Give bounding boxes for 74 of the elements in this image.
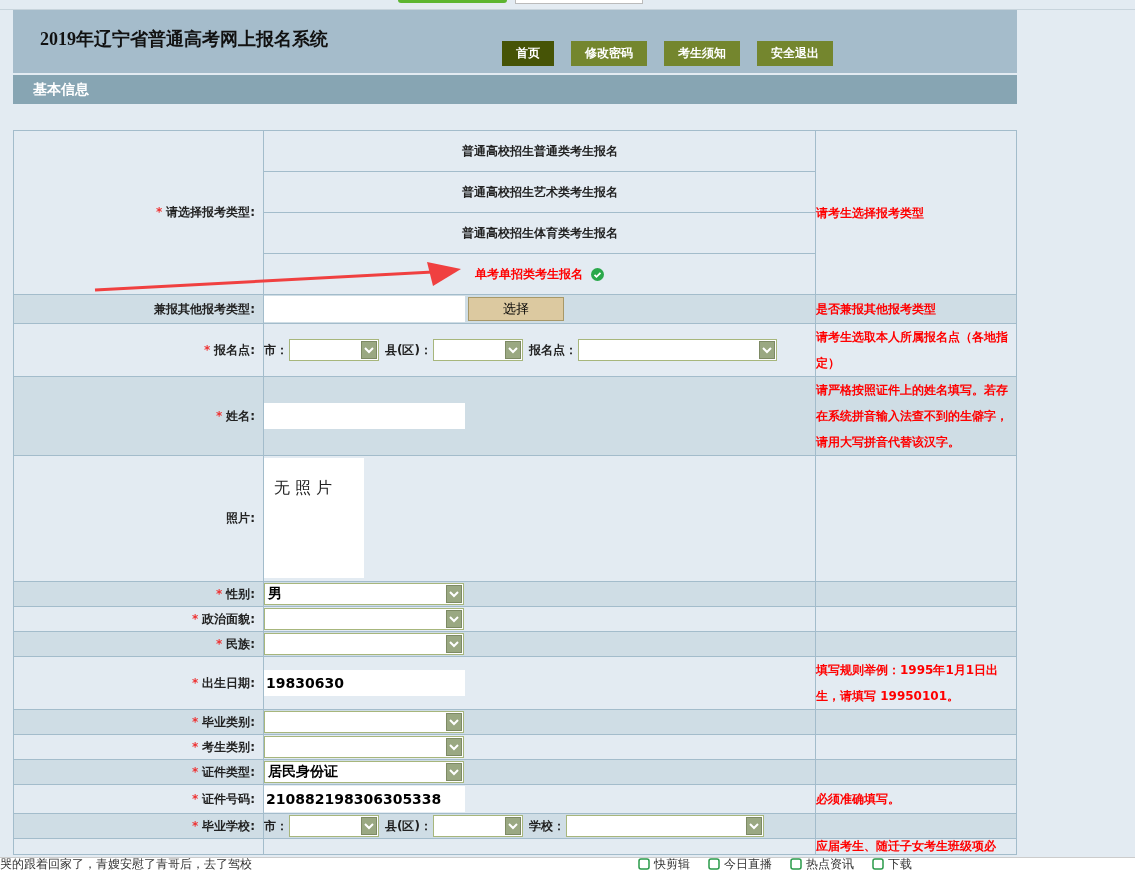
required-mark: * [215,636,223,651]
field-label: 证件号码: [202,791,255,806]
text-field[interactable]: 19830630 [264,670,465,696]
field-label: 照片: [226,511,255,525]
required-mark: * [191,611,199,626]
dropdown-field[interactable]: 居民身份证 [264,761,464,783]
photo-caption: 无 照 片 [274,478,333,497]
square-icon [638,858,650,870]
field-label: 证件类型: [202,764,255,779]
required-mark: * [155,205,163,219]
field-label: 政治面貌: [202,611,255,626]
status-bar-item[interactable]: 今日直播 [708,858,772,870]
square-icon [790,858,802,870]
required-mark: * [191,764,199,779]
required-mark: * [191,818,199,833]
field-label: 报名点: [214,342,255,357]
dropdown-field[interactable]: 男 [264,583,464,605]
field-label: 考生类别: [202,739,255,754]
exam-type-option[interactable]: 普通高校招生艺术类考生报名 [264,172,815,213]
status-bar-item[interactable]: 下载 [872,858,912,870]
status-bar-item[interactable]: 热点资讯 [790,858,854,870]
field-label: 学校： [528,817,565,835]
required-mark: * [191,791,199,806]
exam-type-option[interactable]: 普通高校招生体育类考生报名 [264,213,815,254]
field-label: 市： [264,341,288,359]
system-title: 2019年辽宁省普通高考网上报名系统 [40,28,329,51]
required-mark: * [215,408,223,423]
dropdown-field[interactable] [432,339,523,361]
field-label: 请选择报考类型: [166,205,255,219]
required-mark: * [191,675,199,690]
square-icon [872,858,884,870]
hint-text: 请考生选取本人所属报名点（各地指定） [816,329,1009,372]
hint-text: 请考生选择报考类型 [816,204,925,222]
dropdown-field[interactable] [264,633,464,655]
required-mark: * [191,714,199,729]
status-bar-item[interactable]: 快剪辑 [638,858,690,870]
field-label: 县(区)： [385,341,432,359]
check-icon [591,267,604,281]
field-label: 出生日期: [202,675,255,690]
hint-text: 填写规则举例：1995年1月1日出生，请填写 19950101。 [816,662,1000,705]
required-mark: * [191,739,199,754]
field-label: 县(区)： [385,817,432,835]
hint-text: 应届考生、随迁子女考生班级项必 [816,839,997,854]
required-mark: * [203,342,211,357]
browser-tab[interactable] [515,0,643,4]
section-title: 基本信息 [33,80,89,99]
nav-button[interactable]: 修改密码 [571,41,647,66]
hint-text: 请严格按照证件上的姓名填写。若存在系统拼音输入法查不到的生僻字，请用大写拼音代替该汉字。 [816,382,1009,451]
field-label: 民族: [226,636,255,651]
hint-text: 是否兼报其他报考类型 [816,301,937,318]
nav-button[interactable]: 考生须知 [664,41,740,66]
nav-button[interactable]: 安全退出 [757,41,833,66]
field-label: 姓名: [226,408,255,423]
exam-type-option[interactable]: 普通高校招生普通类考生报名 [264,131,815,172]
dropdown-field[interactable] [289,339,379,361]
field-label: 报名点： [528,341,577,359]
dropdown-field[interactable] [577,339,777,361]
nav-button[interactable]: 首页 [502,41,554,66]
dropdown-field[interactable] [565,815,764,837]
required-mark: * [215,586,223,601]
square-icon [708,858,720,870]
field-label: 兼报其他报考类型: [154,301,255,316]
dropdown-field[interactable] [264,711,464,733]
field-label: 毕业学校: [202,818,255,833]
dropdown-field[interactable] [264,736,464,758]
text-field[interactable] [264,403,465,429]
dropdown-field[interactable] [264,608,464,630]
field-label: 毕业类别: [202,714,255,729]
dropdown-field[interactable] [289,815,379,837]
field-label: 市： [264,817,288,835]
field-label: 性别: [226,586,255,601]
dropdown-field[interactable] [432,815,523,837]
hint-text: 必须准确填写。 [816,791,901,808]
news-ticker[interactable]: 哭的跟着回家了，青嫂安慰了青哥后，去了驾校 [0,858,600,870]
